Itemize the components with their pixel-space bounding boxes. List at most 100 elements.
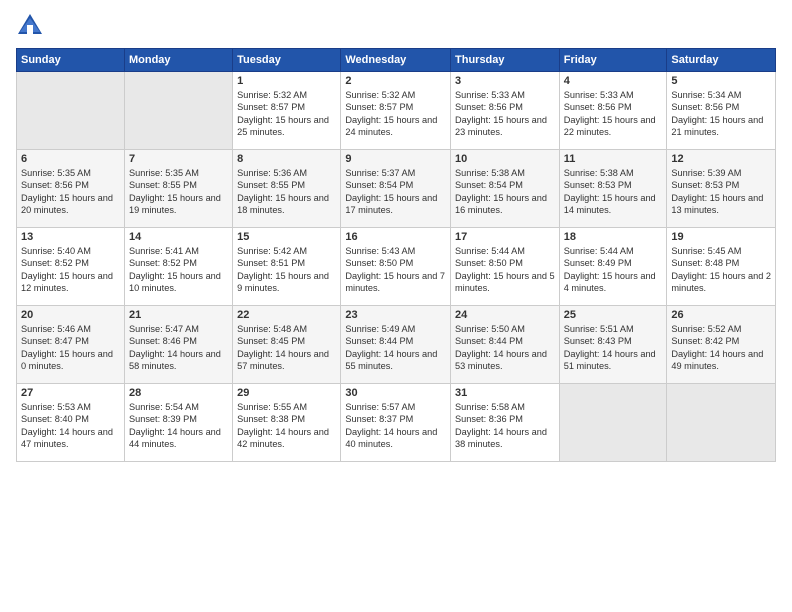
- logo: [16, 12, 48, 40]
- weekday-header-wednesday: Wednesday: [341, 49, 451, 72]
- weekday-header-row: SundayMondayTuesdayWednesdayThursdayFrid…: [17, 49, 776, 72]
- logo-icon: [16, 12, 44, 40]
- calendar-cell: [124, 72, 232, 150]
- day-info: Sunrise: 5:40 AM Sunset: 8:52 PM Dayligh…: [21, 245, 120, 295]
- calendar-cell: 13 Sunrise: 5:40 AM Sunset: 8:52 PM Dayli…: [17, 228, 125, 306]
- day-info: Sunrise: 5:35 AM Sunset: 8:55 PM Dayligh…: [129, 167, 228, 217]
- calendar-cell: 18 Sunrise: 5:44 AM Sunset: 8:49 PM Dayli…: [559, 228, 667, 306]
- weekday-header-thursday: Thursday: [451, 49, 560, 72]
- calendar-cell: [667, 384, 776, 462]
- week-row-5: 27 Sunrise: 5:53 AM Sunset: 8:40 PM Dayli…: [17, 384, 776, 462]
- day-number: 11: [564, 153, 663, 165]
- day-info: Sunrise: 5:33 AM Sunset: 8:56 PM Dayligh…: [564, 89, 663, 139]
- calendar-cell: 8 Sunrise: 5:36 AM Sunset: 8:55 PM Daylig…: [233, 150, 341, 228]
- day-info: Sunrise: 5:47 AM Sunset: 8:46 PM Dayligh…: [129, 323, 228, 373]
- calendar-cell: 29 Sunrise: 5:55 AM Sunset: 8:38 PM Dayli…: [233, 384, 341, 462]
- calendar-cell: 6 Sunrise: 5:35 AM Sunset: 8:56 PM Daylig…: [17, 150, 125, 228]
- day-info: Sunrise: 5:52 AM Sunset: 8:42 PM Dayligh…: [671, 323, 771, 373]
- calendar-cell: 26 Sunrise: 5:52 AM Sunset: 8:42 PM Dayli…: [667, 306, 776, 384]
- day-info: Sunrise: 5:55 AM Sunset: 8:38 PM Dayligh…: [237, 401, 336, 451]
- day-number: 26: [671, 309, 771, 321]
- calendar-table: SundayMondayTuesdayWednesdayThursdayFrid…: [16, 48, 776, 462]
- day-number: 17: [455, 231, 555, 243]
- day-info: Sunrise: 5:43 AM Sunset: 8:50 PM Dayligh…: [345, 245, 446, 295]
- day-number: 12: [671, 153, 771, 165]
- calendar-cell: 24 Sunrise: 5:50 AM Sunset: 8:44 PM Dayli…: [451, 306, 560, 384]
- day-number: 28: [129, 387, 228, 399]
- day-number: 29: [237, 387, 336, 399]
- calendar-cell: 14 Sunrise: 5:41 AM Sunset: 8:52 PM Dayli…: [124, 228, 232, 306]
- day-number: 1: [237, 75, 336, 87]
- calendar-cell: 28Sunrise: 5:54 AM Sunset: 8:39 PM Dayli…: [124, 384, 232, 462]
- calendar-cell: 9 Sunrise: 5:37 AM Sunset: 8:54 PM Daylig…: [341, 150, 451, 228]
- day-number: 25: [564, 309, 663, 321]
- day-number: 5: [671, 75, 771, 87]
- day-number: 13: [21, 231, 120, 243]
- page: SundayMondayTuesdayWednesdayThursdayFrid…: [0, 0, 792, 612]
- weekday-header-sunday: Sunday: [17, 49, 125, 72]
- header: [16, 12, 776, 40]
- day-info: Sunrise: 5:32 AM Sunset: 8:57 PM Dayligh…: [345, 89, 446, 139]
- calendar-cell: 30 Sunrise: 5:57 AM Sunset: 8:37 PM Dayli…: [341, 384, 451, 462]
- day-number: 30: [345, 387, 446, 399]
- weekday-header-friday: Friday: [559, 49, 667, 72]
- calendar-cell: 21Sunrise: 5:47 AM Sunset: 8:46 PM Dayli…: [124, 306, 232, 384]
- weekday-header-saturday: Saturday: [667, 49, 776, 72]
- day-number: 24: [455, 309, 555, 321]
- day-number: 3: [455, 75, 555, 87]
- day-info: Sunrise: 5:58 AM Sunset: 8:36 PM Dayligh…: [455, 401, 555, 451]
- day-info: Sunrise: 5:45 AM Sunset: 8:48 PM Dayligh…: [671, 245, 771, 295]
- day-info: Sunrise: 5:57 AM Sunset: 8:37 PM Dayligh…: [345, 401, 446, 451]
- calendar-cell: 15 Sunrise: 5:42 AM Sunset: 8:51 PM Dayli…: [233, 228, 341, 306]
- calendar-cell: 31Sunrise: 5:58 AM Sunset: 8:36 PM Dayli…: [451, 384, 560, 462]
- day-info: Sunrise: 5:44 AM Sunset: 8:49 PM Dayligh…: [564, 245, 663, 295]
- day-info: Sunrise: 5:37 AM Sunset: 8:54 PM Dayligh…: [345, 167, 446, 217]
- calendar-cell: 25 Sunrise: 5:51 AM Sunset: 8:43 PM Dayli…: [559, 306, 667, 384]
- calendar-cell: [17, 72, 125, 150]
- day-info: Sunrise: 5:35 AM Sunset: 8:56 PM Dayligh…: [21, 167, 120, 217]
- day-info: Sunrise: 5:44 AM Sunset: 8:50 PM Dayligh…: [455, 245, 555, 295]
- day-info: Sunrise: 5:49 AM Sunset: 8:44 PM Dayligh…: [345, 323, 446, 373]
- week-row-2: 6 Sunrise: 5:35 AM Sunset: 8:56 PM Daylig…: [17, 150, 776, 228]
- day-number: 18: [564, 231, 663, 243]
- day-info: Sunrise: 5:41 AM Sunset: 8:52 PM Dayligh…: [129, 245, 228, 295]
- calendar-cell: [559, 384, 667, 462]
- weekday-header-tuesday: Tuesday: [233, 49, 341, 72]
- day-number: 2: [345, 75, 446, 87]
- day-number: 15: [237, 231, 336, 243]
- calendar-cell: 17 Sunrise: 5:44 AM Sunset: 8:50 PM Dayli…: [451, 228, 560, 306]
- day-info: Sunrise: 5:32 AM Sunset: 8:57 PM Dayligh…: [237, 89, 336, 139]
- day-number: 27: [21, 387, 120, 399]
- day-info: Sunrise: 5:34 AM Sunset: 8:56 PM Dayligh…: [671, 89, 771, 139]
- day-number: 6: [21, 153, 120, 165]
- day-number: 20: [21, 309, 120, 321]
- day-info: Sunrise: 5:50 AM Sunset: 8:44 PM Dayligh…: [455, 323, 555, 373]
- day-info: Sunrise: 5:48 AM Sunset: 8:45 PM Dayligh…: [237, 323, 336, 373]
- calendar-cell: 23Sunrise: 5:49 AM Sunset: 8:44 PM Dayli…: [341, 306, 451, 384]
- day-info: Sunrise: 5:53 AM Sunset: 8:40 PM Dayligh…: [21, 401, 120, 451]
- day-info: Sunrise: 5:33 AM Sunset: 8:56 PM Dayligh…: [455, 89, 555, 139]
- calendar-cell: 7 Sunrise: 5:35 AM Sunset: 8:55 PM Daylig…: [124, 150, 232, 228]
- day-info: Sunrise: 5:38 AM Sunset: 8:54 PM Dayligh…: [455, 167, 555, 217]
- day-number: 22: [237, 309, 336, 321]
- day-number: 8: [237, 153, 336, 165]
- day-info: Sunrise: 5:36 AM Sunset: 8:55 PM Dayligh…: [237, 167, 336, 217]
- day-info: Sunrise: 5:42 AM Sunset: 8:51 PM Dayligh…: [237, 245, 336, 295]
- calendar-cell: 22 Sunrise: 5:48 AM Sunset: 8:45 PM Dayli…: [233, 306, 341, 384]
- day-number: 14: [129, 231, 228, 243]
- calendar-cell: 3 Sunrise: 5:33 AM Sunset: 8:56 PM Daylig…: [451, 72, 560, 150]
- day-info: Sunrise: 5:46 AM Sunset: 8:47 PM Dayligh…: [21, 323, 120, 373]
- day-number: 7: [129, 153, 228, 165]
- calendar-cell: 10 Sunrise: 5:38 AM Sunset: 8:54 PM Dayli…: [451, 150, 560, 228]
- day-number: 10: [455, 153, 555, 165]
- day-number: 4: [564, 75, 663, 87]
- calendar-cell: 16 Sunrise: 5:43 AM Sunset: 8:50 PM Dayli…: [341, 228, 451, 306]
- calendar-cell: 2 Sunrise: 5:32 AM Sunset: 8:57 PM Daylig…: [341, 72, 451, 150]
- day-info: Sunrise: 5:38 AM Sunset: 8:53 PM Dayligh…: [564, 167, 663, 217]
- calendar-cell: 19Sunrise: 5:45 AM Sunset: 8:48 PM Dayli…: [667, 228, 776, 306]
- calendar-cell: 20 Sunrise: 5:46 AM Sunset: 8:47 PM Dayli…: [17, 306, 125, 384]
- day-number: 16: [345, 231, 446, 243]
- day-number: 9: [345, 153, 446, 165]
- day-info: Sunrise: 5:51 AM Sunset: 8:43 PM Dayligh…: [564, 323, 663, 373]
- calendar-cell: 5 Sunrise: 5:34 AM Sunset: 8:56 PM Daylig…: [667, 72, 776, 150]
